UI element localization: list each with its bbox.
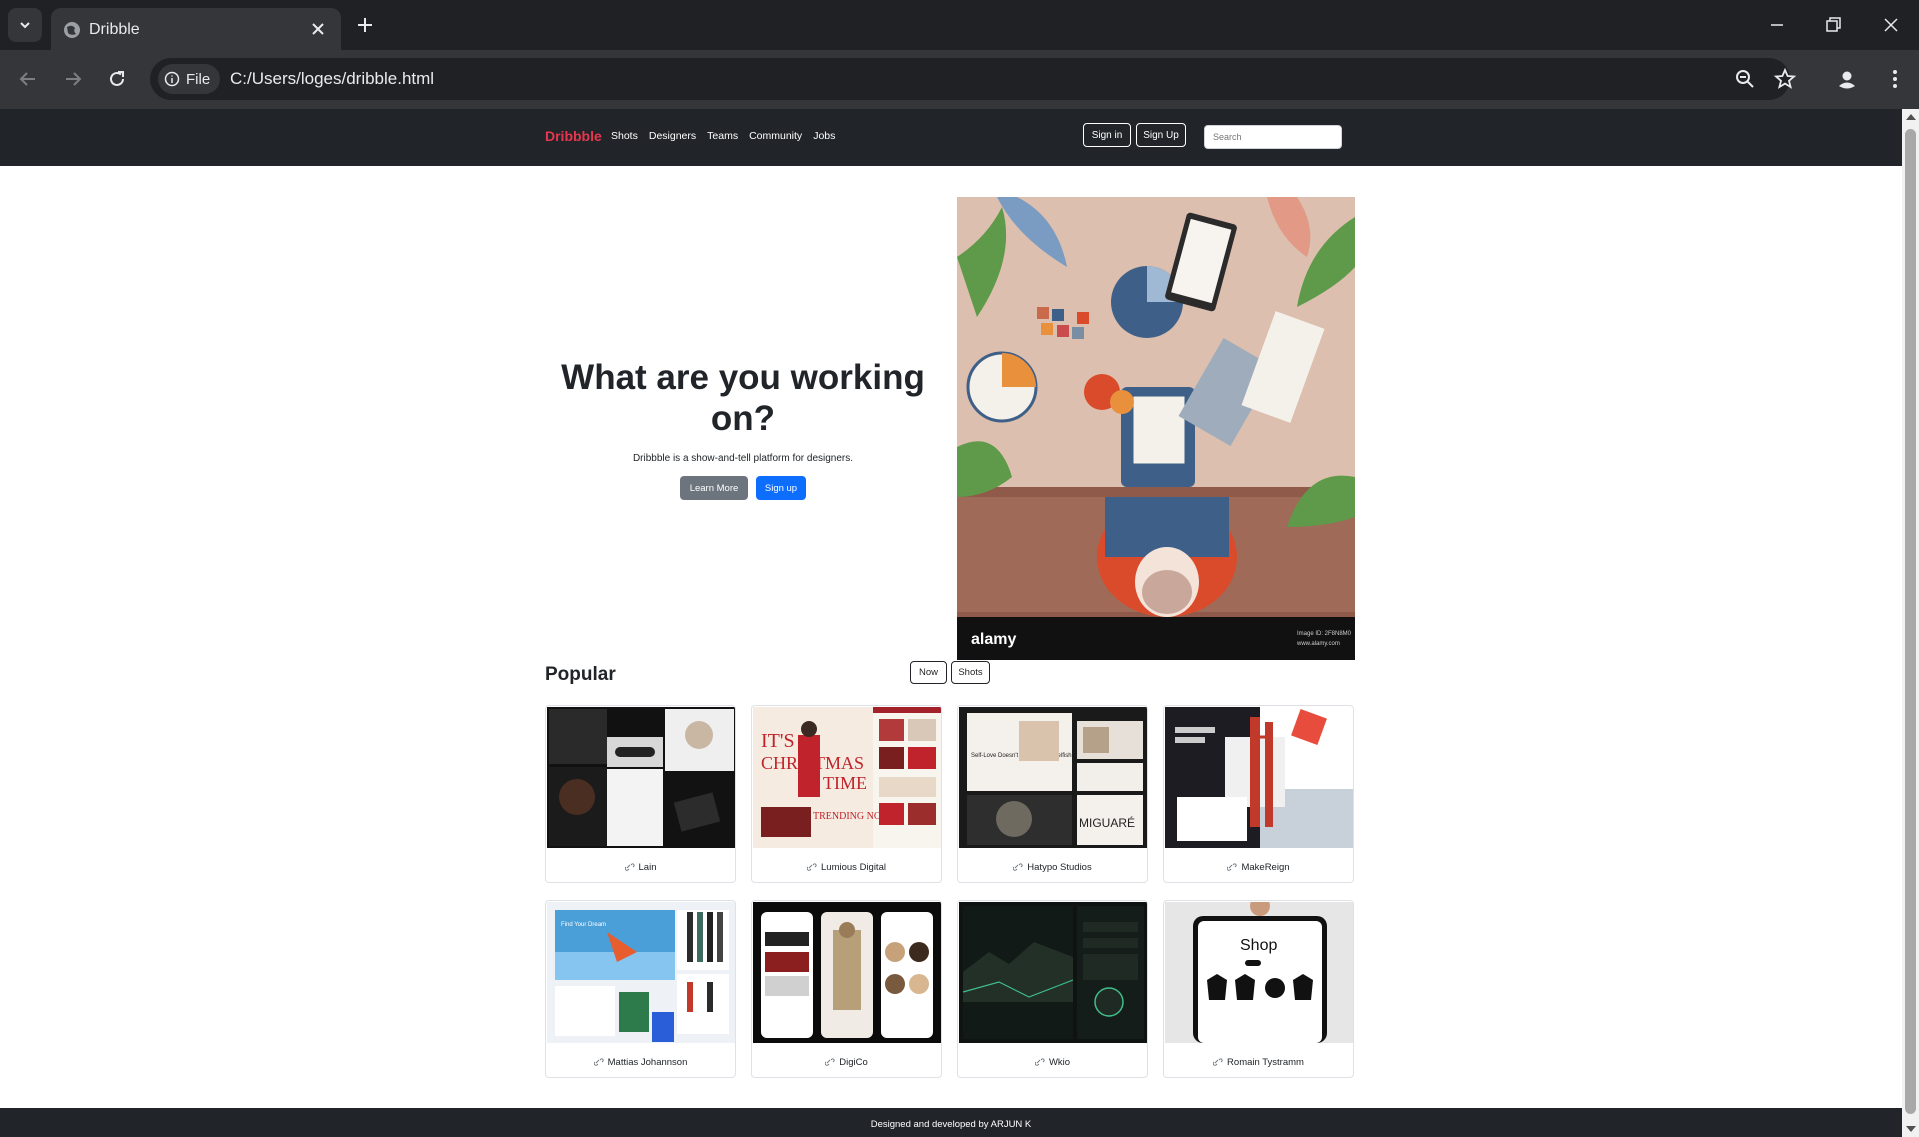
more-menu-icon[interactable]: [1882, 66, 1908, 92]
hero-watermark: alamy: [971, 631, 1016, 648]
info-icon: [164, 71, 180, 87]
close-window-icon[interactable]: [1878, 12, 1904, 38]
back-arrow-icon[interactable]: [15, 66, 41, 92]
card-caption[interactable]: Wkio: [958, 1057, 1147, 1068]
browser-tab[interactable]: Dribble: [51, 8, 341, 50]
footer-credit: Designed and developed by ARJUN K: [870, 1119, 1032, 1130]
restore-icon[interactable]: [1820, 12, 1846, 38]
hero-sign-up-button[interactable]: Sign up: [756, 476, 806, 500]
reload-icon[interactable]: [104, 66, 130, 92]
designer-name: DigiCo: [839, 1057, 868, 1068]
link-icon: [1213, 1058, 1223, 1066]
sign-up-button[interactable]: Sign Up: [1136, 123, 1186, 147]
scrollbar-thumb[interactable]: [1905, 129, 1916, 1114]
shot-thumbnail[interactable]: IT'S CHRISTMAS TIME TRENDING NOW: [753, 707, 941, 848]
filter-now-button[interactable]: Now: [910, 661, 947, 684]
hero-image-tag-1: Image ID: 2F8N8M0: [1297, 631, 1352, 637]
site-navbar: Dribbble Shots Designers Teams Community…: [0, 109, 1902, 166]
thumb-text: TIME: [823, 773, 867, 793]
card-caption[interactable]: Romain Tystramm: [1164, 1057, 1353, 1068]
scroll-up-arrow-icon[interactable]: [1906, 114, 1916, 120]
link-icon: [807, 863, 817, 871]
nav-link-designers[interactable]: Designers: [649, 130, 696, 142]
scroll-down-arrow-icon[interactable]: [1906, 1126, 1916, 1132]
hero-image-tag-2: www.alamy.com: [1296, 641, 1340, 647]
shot-card[interactable]: IT'S CHRISTMAS TIME TRENDING NOW Lumious…: [751, 705, 942, 883]
thumb-text: IT'S: [761, 730, 795, 752]
card-caption[interactable]: MakeReign: [1164, 862, 1353, 873]
shot-card[interactable]: Lain: [545, 705, 736, 883]
nav-link-teams[interactable]: Teams: [707, 130, 738, 142]
chevron-down-icon: [20, 22, 30, 29]
new-tab-icon[interactable]: [354, 14, 376, 36]
hero-title: What are you working on?: [561, 358, 925, 438]
link-icon: [624, 863, 635, 871]
link-icon: [1013, 863, 1023, 871]
nav-link-shots[interactable]: Shots: [611, 130, 638, 142]
designer-name: Lumious Digital: [821, 862, 886, 873]
learn-more-button[interactable]: Learn More: [680, 476, 748, 500]
link-icon: [1034, 1058, 1045, 1066]
shot-card[interactable]: Find Your Dream Mattias Johannson: [545, 900, 736, 1078]
shot-thumbnail[interactable]: Shop: [1165, 902, 1353, 1043]
designer-name: Wkio: [1048, 1057, 1071, 1068]
thumb-text: Find Your Dream: [561, 922, 606, 928]
shot-thumbnail[interactable]: [753, 902, 941, 1043]
card-caption[interactable]: DigiCo: [752, 1057, 941, 1068]
hero-subtitle: Dribbble is a show-and-tell platform for…: [632, 453, 854, 464]
shot-thumbnail[interactable]: Self-Love Doesn't Mean Being Selfish MIG…: [959, 707, 1147, 848]
browser-toolbar: File C:/Users/loges/dribble.html: [0, 50, 1919, 109]
forward-arrow-icon[interactable]: [60, 66, 86, 92]
bookmark-star-icon[interactable]: [1772, 66, 1798, 92]
site-info-chip[interactable]: File: [158, 64, 220, 94]
designer-name: Lain: [638, 862, 657, 873]
designer-name: MakeReign: [1241, 862, 1290, 873]
filter-shots-button[interactable]: Shots: [951, 661, 990, 684]
link-icon: [1227, 863, 1238, 871]
page-viewport: Dribbble Shots Designers Teams Community…: [0, 109, 1902, 1137]
tab-search-button[interactable]: [8, 8, 42, 42]
shot-thumbnail[interactable]: Find Your Dream: [547, 902, 735, 1043]
popular-heading: Popular: [545, 664, 616, 685]
card-caption[interactable]: Lain: [546, 862, 735, 873]
designer-name: Romain Tystramm: [1227, 1057, 1304, 1068]
thumb-text: Shop: [1240, 937, 1277, 954]
thumb-text: MIGUARÉ: [1079, 815, 1135, 830]
profile-icon[interactable]: [1834, 66, 1860, 92]
address-bar[interactable]: File C:/Users/loges/dribble.html: [150, 58, 1790, 100]
shot-card[interactable]: DigiCo: [751, 900, 942, 1078]
shot-card[interactable]: MakeReign: [1163, 705, 1354, 883]
card-caption[interactable]: Lumious Digital: [752, 862, 941, 873]
shot-card[interactable]: Shop Romain Tystramm: [1163, 900, 1354, 1078]
url-text[interactable]: C:/Users/loges/dribble.html: [230, 69, 434, 89]
nav-link-jobs[interactable]: Jobs: [813, 130, 835, 142]
nav-link-community[interactable]: Community: [749, 130, 802, 142]
designer-name: Hatypo Studios: [1027, 862, 1092, 873]
shot-card[interactable]: Self-Love Doesn't Mean Being Selfish MIG…: [957, 705, 1148, 883]
shot-card[interactable]: Wkio: [957, 900, 1148, 1078]
shot-thumbnail[interactable]: [547, 707, 735, 848]
link-icon: [825, 1058, 835, 1066]
shot-thumbnail[interactable]: [1165, 707, 1353, 848]
zoom-icon[interactable]: [1732, 66, 1758, 92]
sign-in-button[interactable]: Sign in: [1083, 123, 1131, 147]
globe-icon: [64, 22, 80, 38]
page-scrollbar[interactable]: [1902, 109, 1919, 1137]
close-icon[interactable]: [309, 20, 327, 38]
card-caption[interactable]: Mattias Johannson: [546, 1057, 735, 1068]
card-caption[interactable]: Hatypo Studios: [958, 862, 1147, 873]
brand-logo[interactable]: Dribbble: [545, 128, 602, 144]
nav-links: Shots Designers Teams Community Jobs: [611, 130, 835, 142]
search-input[interactable]: [1204, 125, 1342, 149]
link-icon: [593, 1058, 604, 1066]
browser-tab-strip: Dribble: [0, 0, 1919, 50]
hero-illustration: alamy Image ID: 2F8N8M0 www.alamy.com: [957, 197, 1355, 660]
minimize-icon[interactable]: [1764, 12, 1790, 38]
shot-thumbnail[interactable]: [959, 902, 1147, 1043]
file-label: File: [186, 70, 211, 88]
tab-title: Dribble: [89, 21, 140, 38]
site-footer: Designed and developed by ARJUN K: [0, 1108, 1902, 1137]
designer-name: Mattias Johannson: [607, 1057, 688, 1068]
